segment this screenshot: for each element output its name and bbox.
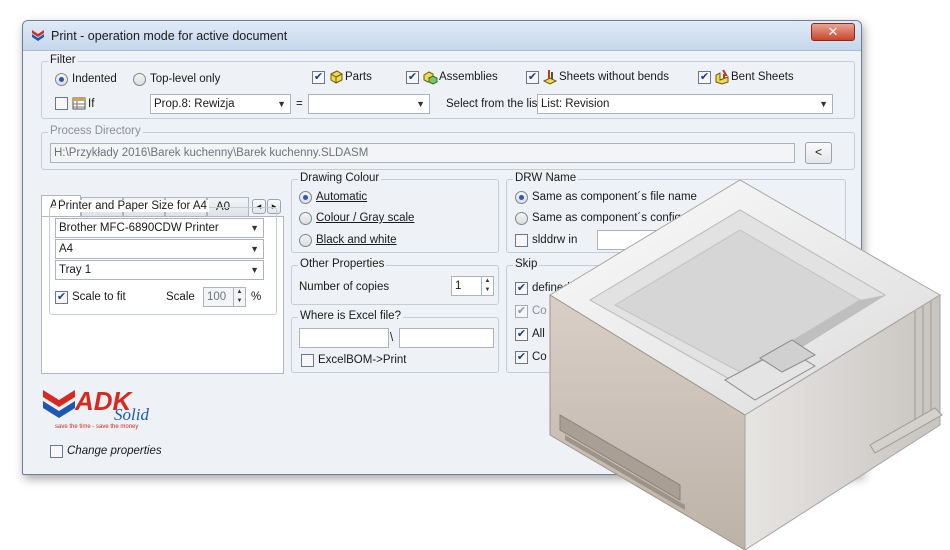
bent-sheets-label: Bent Sheets [731,71,794,83]
assemblies-checkbox[interactable] [406,71,419,84]
equals-label: = [296,98,303,110]
close-button[interactable]: ✕ [811,23,855,41]
assemblies-label: Assemblies [439,71,498,83]
part-icon [330,70,343,84]
copies-value: 1 [455,280,462,292]
scale-to-fit-label: Scale to fit [72,291,126,303]
select-from-list-label: Select from the list [446,98,541,110]
spin-down-icon[interactable]: ▼ [481,286,493,295]
if-label: If [88,98,95,110]
logo-tagline: save the time - save the money [55,424,139,430]
tray-value: Tray 1 [59,264,92,276]
title-bar: Print - operation mode for active docume… [23,21,861,51]
sheets-without-bends-label: Sheets without bends [559,71,669,83]
top-level-only-label: Top-level only [150,73,221,85]
bent-sheet-icon [715,69,729,85]
if-checkbox[interactable] [55,97,68,110]
window-title: Print - operation mode for active docume… [51,29,288,43]
sheets-without-bends-checkbox[interactable] [526,71,539,84]
excel-path-separator: \ [390,332,394,344]
adk-chevron-icon [43,390,75,418]
colour-gray-radio[interactable] [299,212,312,225]
black-white-radio[interactable] [299,234,312,247]
other-properties-title: Other Properties [298,258,387,270]
list-select-combo[interactable]: List: Revision ▼ [537,94,833,114]
indented-radio[interactable] [55,73,68,86]
chevron-down-icon: ▼ [250,265,259,275]
parts-checkbox[interactable] [312,71,325,84]
excel-bom-label: ExcelBOM->Print [318,354,407,366]
chevron-down-icon: ▼ [277,99,286,109]
printer-combo-value: Brother MFC-6890CDW Printer [59,222,219,234]
chevron-down-icon: ▼ [250,244,259,254]
printer-paper-group-title: Printer and Paper Size for A4 [56,200,209,212]
excel-path-right-input[interactable] [399,328,494,348]
printer-combo[interactable]: Brother MFC-6890CDW Printer ▼ [55,218,264,238]
laser-printer-illustration [549,179,943,550]
sheet-metal-icon [542,70,558,85]
scale-input[interactable]: 100 ▲ ▼ [203,287,246,307]
slddrw-in-checkbox[interactable] [515,234,528,247]
scale-value: 100 [207,291,227,303]
chevron-down-icon: ▼ [416,99,425,109]
excel-path-left-input[interactable] [299,328,389,348]
property-combo[interactable]: Prop.8: Rewizja ▼ [150,94,291,114]
change-properties-checkbox[interactable] [50,445,63,458]
assembly-icon [423,71,438,85]
black-white-label: Black and white [316,234,397,246]
excel-bom-checkbox[interactable] [301,354,314,367]
scale-label: Scale [166,291,195,303]
spin-up-icon[interactable]: ▲ [481,277,493,286]
paper-size-combo[interactable]: A4 ▼ [55,239,264,259]
chevron-down-icon: ▼ [819,99,828,109]
app-chevron-icon [32,30,44,41]
logo-sub-text: Solid [114,405,149,424]
skip-defined-checkbox[interactable] [515,282,528,295]
scale-percent-label: % [251,291,262,303]
spin-up-icon[interactable]: ▲ [233,288,245,297]
copies-label: Number of copies [299,281,390,293]
skip-item4-checkbox[interactable] [515,351,528,364]
adk-solid-logo: ADK Solid save the time - save the money [41,386,191,436]
automatic-radio[interactable] [299,191,312,204]
spin-down-icon[interactable]: ▼ [233,297,245,306]
process-directory-title: Process Directory [48,125,143,137]
same-as-config-radio[interactable] [515,212,528,225]
paper-size-value: A4 [59,243,74,255]
skip-item2-checkbox[interactable] [515,305,528,318]
property-combo-value: Prop.8: Rewizja [154,98,235,110]
parts-label: Parts [345,71,372,83]
list-select-value: List: Revision [541,98,610,110]
colour-gray-label: Colour / Gray scale [316,212,415,224]
filter-group-title: Filter [48,54,78,66]
tray-combo[interactable]: Tray 1 ▼ [55,260,264,280]
condition-value-combo[interactable]: ▼ [308,94,430,114]
scale-to-fit-checkbox[interactable] [55,291,68,304]
bent-sheets-checkbox[interactable] [698,71,711,84]
excel-group-title: Where is Excel file? [298,310,403,322]
chevron-down-icon: ▼ [250,223,259,233]
top-level-only-radio[interactable] [133,73,146,86]
same-as-file-radio[interactable] [515,191,528,204]
condition-table-icon [72,97,86,110]
indented-label: Indented [72,73,117,85]
drawing-colour-title: Drawing Colour [298,172,382,184]
copies-input[interactable]: 1 ▲ ▼ [451,276,494,296]
skip-all-checkbox[interactable] [515,328,528,341]
change-properties-label: Change properties [67,445,162,457]
automatic-label: Automatic [316,191,368,203]
